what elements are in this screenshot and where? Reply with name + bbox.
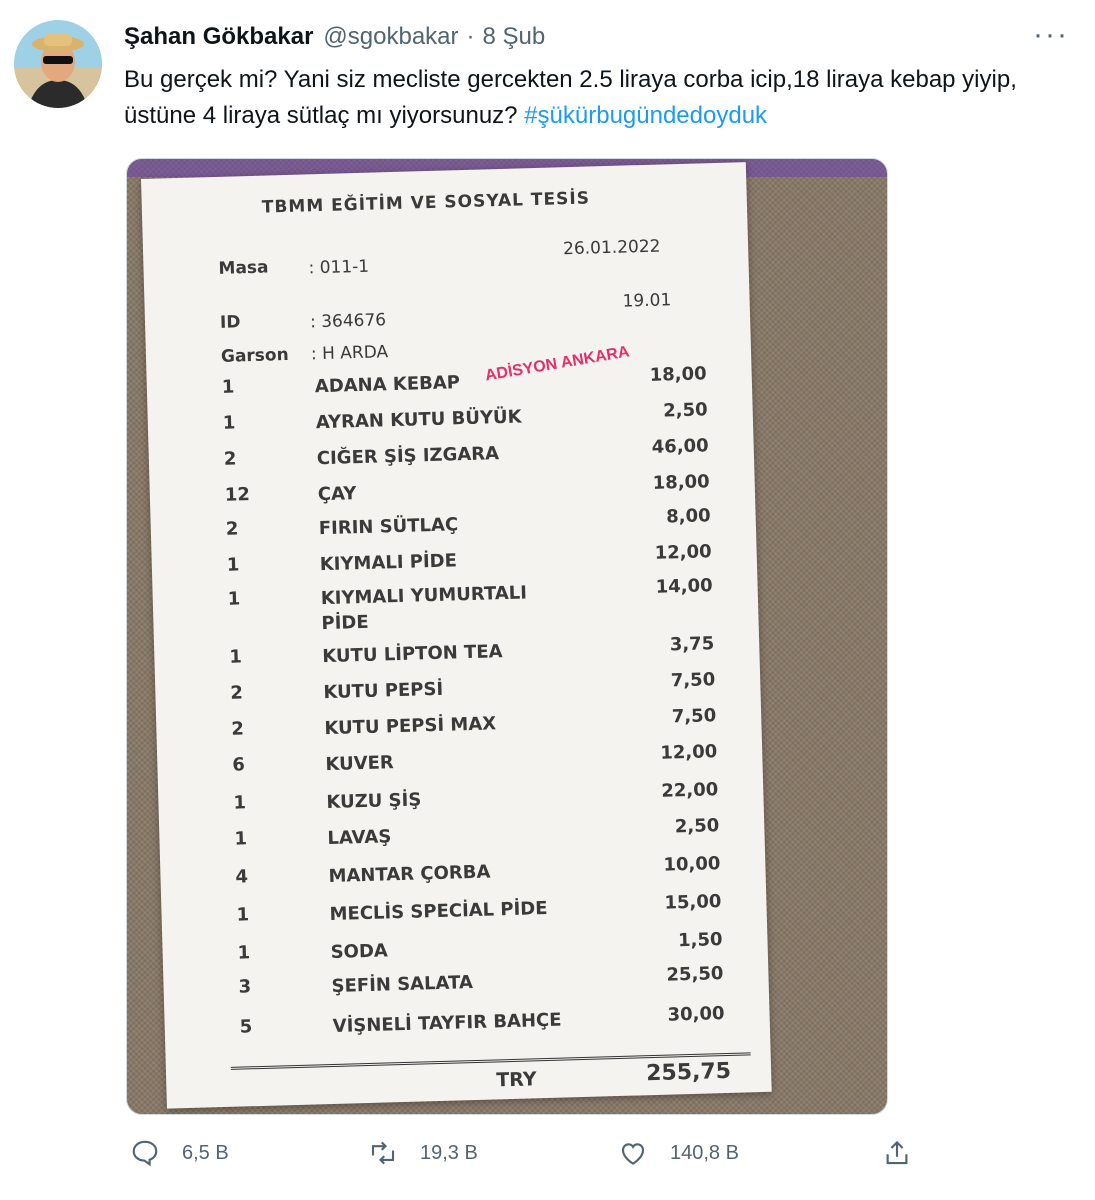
garson-value: : H ARDA bbox=[310, 342, 389, 365]
item-price: 2,50 bbox=[674, 815, 720, 838]
item-name: ŞEFİN SALATA bbox=[331, 972, 474, 997]
item-quantity: 2 bbox=[225, 518, 239, 540]
item-name: ADANA KEBAP bbox=[314, 372, 461, 398]
item-quantity: 2 bbox=[223, 448, 237, 470]
item-name: FIRIN SÜTLAÇ bbox=[318, 514, 459, 540]
tweet-date[interactable]: 8 Şub bbox=[483, 23, 546, 51]
item-price: 12,00 bbox=[654, 541, 712, 564]
item-name: KUTU LİPTON TEA bbox=[322, 641, 503, 668]
tweet: Şahan Gökbakar @sgokbakar · 8 Şub ··· Bu… bbox=[0, 0, 1095, 1200]
item-price: 14,00 bbox=[655, 575, 713, 598]
item-quantity: 1 bbox=[226, 554, 240, 576]
tweet-text: Bu gerçek mi? Yani siz mecliste gercekte… bbox=[124, 62, 1054, 134]
item-name: CIĞER ŞİŞ IZGARA bbox=[316, 443, 500, 470]
item-quantity: 1 bbox=[237, 942, 251, 964]
reply-button[interactable]: 6,5 B bbox=[130, 1138, 229, 1168]
item-quantity: 2 bbox=[231, 718, 245, 740]
item-name: MECLİS SPECİAL PİDE bbox=[329, 897, 548, 926]
item-price: 8,00 bbox=[665, 505, 711, 528]
receipt-title: TBMM EĞİTİM VE SOSYAL TESİS bbox=[261, 188, 591, 218]
item-name: KUZU ŞİŞ bbox=[326, 789, 422, 814]
tweet-header: Şahan Gökbakar @sgokbakar · 8 Şub bbox=[124, 22, 545, 52]
item-price: 1,50 bbox=[677, 929, 723, 952]
reply-count: 6,5 B bbox=[182, 1141, 229, 1164]
item-name: KUTU PEPSİ MAX bbox=[324, 713, 497, 740]
item-price: 2,50 bbox=[662, 399, 708, 422]
item-quantity: 1 bbox=[233, 792, 247, 814]
item-price: 3,75 bbox=[669, 633, 715, 656]
garson-label: Garson bbox=[220, 344, 289, 367]
masa-label: Masa bbox=[218, 257, 269, 279]
like-button[interactable]: 140,8 B bbox=[618, 1138, 739, 1168]
total-label: TRY bbox=[496, 1068, 537, 1092]
item-quantity: 3 bbox=[238, 976, 252, 998]
id-label: ID bbox=[219, 312, 241, 333]
avatar-photo bbox=[14, 20, 102, 108]
item-price: 46,00 bbox=[651, 435, 709, 458]
item-name: AYRAN KUTU BÜYÜK bbox=[315, 406, 522, 434]
item-quantity: 12 bbox=[224, 484, 251, 506]
tweet-actions: 6,5 B 19,3 B 140,8 B bbox=[124, 1138, 924, 1178]
item-name: VİŞNELİ TAYFIR BAHÇE bbox=[332, 1009, 562, 1037]
tweet-media-image[interactable]: TBMM EĞİTİM VE SOSYAL TESİS Masa : 011-1… bbox=[126, 158, 888, 1115]
like-count: 140,8 B bbox=[670, 1141, 739, 1164]
item-price: 18,00 bbox=[652, 471, 710, 494]
more-options-icon[interactable]: ··· bbox=[1033, 20, 1069, 50]
item-quantity: 6 bbox=[232, 754, 246, 776]
item-quantity: 1 bbox=[222, 412, 236, 434]
item-quantity: 1 bbox=[227, 588, 241, 610]
item-price: 15,00 bbox=[664, 891, 722, 914]
reply-icon bbox=[132, 1140, 158, 1167]
retweet-icon bbox=[371, 1141, 395, 1165]
item-quantity: 5 bbox=[239, 1016, 253, 1038]
item-quantity: 1 bbox=[234, 828, 248, 850]
total-value: 255,75 bbox=[645, 1058, 732, 1087]
item-price: 22,00 bbox=[661, 779, 719, 802]
item-price: 12,00 bbox=[660, 741, 718, 764]
hashtag-link[interactable]: #şükürbugündedoyduk bbox=[524, 102, 767, 129]
item-price: 10,00 bbox=[663, 853, 721, 876]
item-price: 30,00 bbox=[667, 1003, 725, 1026]
item-name: SODA bbox=[330, 940, 389, 964]
separator: · bbox=[466, 23, 475, 50]
share-button[interactable] bbox=[882, 1138, 934, 1168]
retweet-button[interactable]: 19,3 B bbox=[368, 1138, 478, 1168]
item-name: LAVAŞ bbox=[327, 826, 392, 850]
receipt-date: 26.01.2022 bbox=[562, 236, 661, 260]
id-value: : 364676 bbox=[309, 310, 387, 333]
masa-value: : 011-1 bbox=[308, 256, 370, 279]
heart-icon bbox=[621, 1143, 645, 1165]
item-quantity: 1 bbox=[229, 646, 243, 668]
item-name: KUVER bbox=[325, 752, 395, 776]
item-name: ÇAY bbox=[317, 483, 357, 506]
author-name[interactable]: Şahan Gökbakar bbox=[124, 23, 313, 51]
retweet-count: 19,3 B bbox=[420, 1141, 478, 1164]
item-quantity: 1 bbox=[221, 376, 235, 398]
author-handle[interactable]: @sgokbakar bbox=[323, 23, 458, 51]
item-price: 7,50 bbox=[671, 705, 717, 728]
item-quantity: 2 bbox=[230, 682, 244, 704]
item-quantity: 4 bbox=[235, 866, 249, 888]
item-name: MANTAR ÇORBA bbox=[328, 861, 491, 888]
share-icon bbox=[886, 1140, 908, 1165]
item-quantity: 1 bbox=[236, 904, 250, 926]
item-name: KUTU PEPSİ bbox=[323, 678, 444, 704]
avatar[interactable] bbox=[14, 20, 102, 108]
item-name: KIYMALI PİDE bbox=[319, 550, 458, 576]
receipt: TBMM EĞİTİM VE SOSYAL TESİS Masa : 011-1… bbox=[141, 162, 772, 1109]
item-price: 25,50 bbox=[666, 963, 724, 986]
receipt-time: 19.01 bbox=[622, 290, 672, 312]
item-name: KIYMALI YUMURTALI PİDE bbox=[320, 582, 528, 635]
item-price: 7,50 bbox=[670, 669, 716, 692]
item-price: 18,00 bbox=[649, 363, 707, 386]
